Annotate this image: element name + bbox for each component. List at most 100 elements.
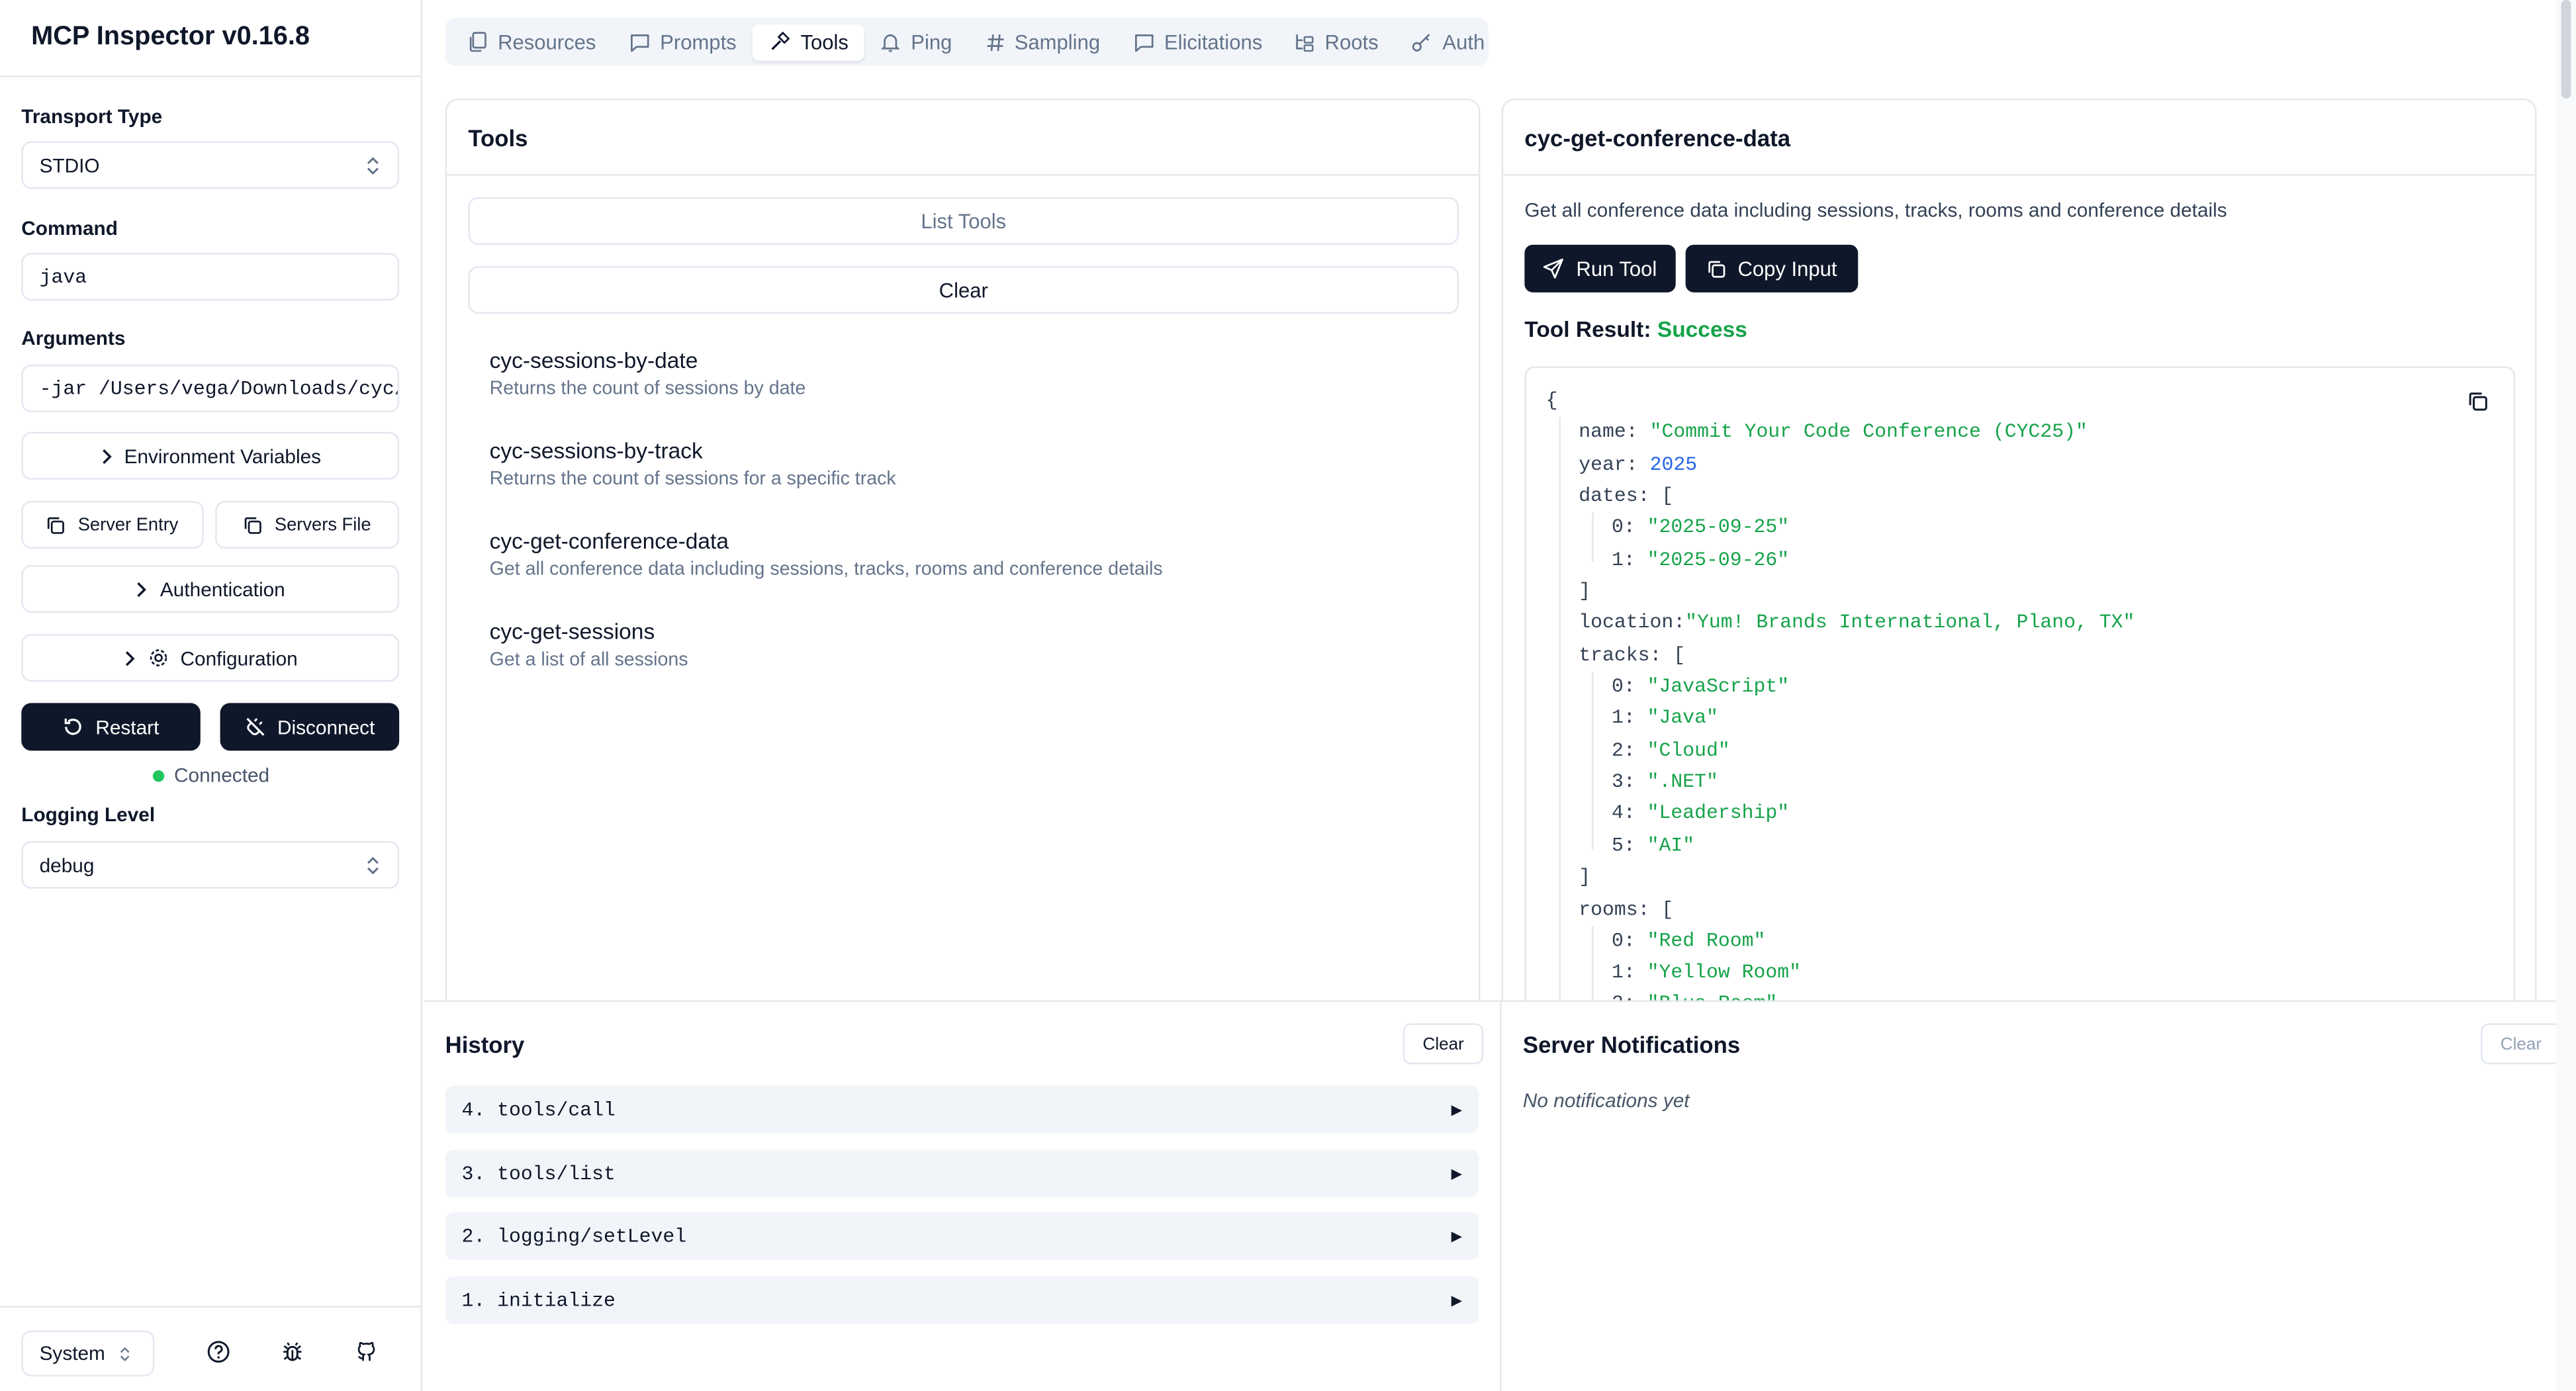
tool-detail-panel: cyc-get-conference-data Get all conferen… (1501, 98, 2537, 1035)
copy-result-icon[interactable] (2467, 391, 2489, 412)
connection-status: Connected (0, 764, 422, 787)
run-tool-label: Run Tool (1576, 257, 1657, 281)
tool-item[interactable]: cyc-sessions-by-date Returns the count o… (490, 348, 806, 399)
bell-icon (882, 31, 901, 52)
unplug-icon (244, 716, 265, 737)
json-line: ] (1579, 580, 1591, 603)
hammer-icon (769, 31, 791, 52)
github-icon[interactable] (355, 1340, 381, 1367)
clear-notifications-button[interactable]: Clear (2480, 1023, 2561, 1065)
copy-icon (244, 515, 263, 535)
main-tabs: Resources Prompts Tools Ping Sampling El… (445, 18, 1489, 66)
chevron-right-icon (123, 650, 136, 666)
tool-item[interactable]: cyc-sessions-by-track Returns the count … (490, 439, 896, 490)
server-entry-button[interactable]: Server Entry (21, 501, 204, 549)
chevrons-up-down-icon (118, 1345, 132, 1363)
configuration-label: Configuration (180, 646, 298, 670)
json-line: ] (1579, 866, 1591, 889)
tool-description: Get a list of all sessions (489, 650, 688, 670)
tool-result-status: Success (1657, 317, 1747, 342)
json-line: 2: "Cloud" (1611, 739, 1730, 762)
history-item[interactable]: 3. tools/list ▶ (445, 1149, 1479, 1198)
tab-auth[interactable]: Auth (1395, 24, 1501, 60)
tab-tools[interactable]: Tools (753, 23, 865, 60)
json-line: location:"Yum! Brands International, Pla… (1579, 611, 2135, 635)
json-line: 1: "Java" (1611, 706, 1718, 730)
tool-item[interactable]: cyc-get-conference-data Get all conferen… (490, 529, 1163, 580)
tool-name: cyc-sessions-by-track (489, 438, 703, 463)
history-item[interactable]: 2. logging/setLevel ▶ (445, 1212, 1479, 1260)
json-line: 1: "Yellow Room" (1611, 961, 1801, 984)
copy-input-button[interactable]: Copy Input (1685, 244, 1859, 292)
clear-tools-button[interactable]: Clear (468, 266, 1459, 314)
history-item-label: 2. logging/setLevel (461, 1224, 687, 1248)
clear-history-button[interactable]: Clear (1403, 1023, 1484, 1065)
restart-label: Restart (95, 715, 160, 739)
tool-description: Returns the count of sessions by date (489, 379, 806, 400)
bug-icon[interactable] (281, 1340, 307, 1367)
tab-prompts[interactable]: Prompts (612, 24, 753, 60)
json-line: tracks: [ (1579, 643, 1686, 667)
json-line: { (1545, 389, 1558, 413)
server-notifications-title: Server Notifications (1522, 1031, 1741, 1058)
history-item-label: 1. initialize (461, 1288, 616, 1312)
arguments-input[interactable]: -jar /Users/vega/Downloads/cyc/ (21, 365, 400, 413)
page-scrollbar[interactable] (2556, 0, 2576, 1391)
command-input[interactable]: java (21, 253, 400, 301)
tab-sampling[interactable]: Sampling (968, 24, 1117, 60)
transport-type-label: Transport Type (21, 105, 163, 128)
play-arrow-icon: ▶ (1451, 1165, 1463, 1185)
json-line: 0: "JavaScript" (1611, 675, 1790, 698)
environment-variables-button[interactable]: Environment Variables (21, 431, 400, 480)
tab-label: Tools (800, 30, 849, 54)
files-icon (468, 31, 488, 52)
scrollbar-thumb[interactable] (2561, 0, 2571, 99)
json-result-view: { name: "Commit Your Code Conference (CY… (1524, 366, 2516, 1034)
tab-ping[interactable]: Ping (865, 24, 968, 60)
app-title: MCP Inspector v0.16.8 (31, 22, 310, 51)
sidebar-header: MCP Inspector v0.16.8 (0, 0, 421, 77)
json-line: 0: "Red Room" (1611, 929, 1766, 953)
tool-result-prefix: Tool Result: (1524, 317, 1651, 342)
tools-panel-title: Tools (447, 100, 1479, 176)
chevrons-up-down-icon (365, 855, 381, 875)
tab-resources[interactable]: Resources (452, 24, 613, 60)
tab-label: Roots (1324, 30, 1379, 54)
json-indent-guide (1592, 672, 1594, 850)
server-entry-label: Server Entry (77, 515, 179, 535)
json-line: 5: "AI" (1611, 834, 1695, 858)
tool-name: cyc-get-sessions (489, 619, 655, 644)
servers-file-button[interactable]: Servers File (215, 501, 400, 549)
restart-button[interactable]: Restart (21, 703, 201, 751)
configuration-button[interactable]: Configuration (21, 634, 400, 682)
history-item[interactable]: 1. initialize ▶ (445, 1276, 1479, 1324)
disconnect-button[interactable]: Disconnect (220, 703, 400, 751)
tool-name: cyc-sessions-by-date (489, 348, 698, 373)
theme-select[interactable]: System (21, 1330, 155, 1376)
list-tools-button[interactable]: List Tools (468, 197, 1459, 245)
history-item[interactable]: 4. tools/call ▶ (445, 1085, 1479, 1134)
authentication-button[interactable]: Authentication (21, 564, 400, 613)
chevron-right-icon (136, 580, 149, 597)
tab-roots[interactable]: Roots (1279, 24, 1395, 60)
history-item-label: 3. tools/list (461, 1162, 616, 1185)
chevron-right-icon (99, 447, 113, 464)
json-indent-guide (1559, 417, 1561, 1034)
run-tool-button[interactable]: Run Tool (1524, 244, 1676, 292)
json-indent-guide (1592, 512, 1594, 562)
key-icon (1411, 32, 1432, 52)
json-line: rooms: [ (1579, 898, 1674, 922)
tab-elicitations[interactable]: Elicitations (1117, 24, 1279, 60)
tab-label: Auth (1442, 30, 1485, 54)
app-root: MCP Inspector v0.16.8 Transport Type STD… (0, 0, 2576, 1391)
tool-item[interactable]: cyc-get-sessions Get a list of all sessi… (490, 619, 688, 670)
json-line: dates: [ (1579, 484, 1674, 508)
play-arrow-icon: ▶ (1451, 1292, 1463, 1312)
status-dot (152, 769, 165, 782)
tab-label: Sampling (1014, 30, 1101, 54)
json-line: year: 2025 (1579, 453, 1698, 476)
transport-type-select[interactable]: STDIO (21, 141, 400, 189)
help-circle-icon[interactable] (207, 1340, 234, 1367)
authentication-label: Authentication (160, 577, 285, 601)
logging-level-select[interactable]: debug (21, 840, 400, 889)
